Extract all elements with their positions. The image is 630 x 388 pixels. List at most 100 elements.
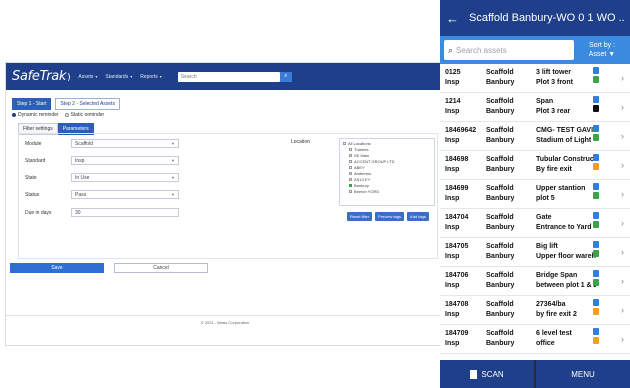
cancel-button[interactable]: Cancel xyxy=(114,263,208,273)
list-item[interactable]: 18469642 Insp Scaffold Banbury CMG- TEST GAV… xyxy=(440,122,630,151)
list-item[interactable]: 184699 Insp Scaffold Banbury Upper stantion p… xyxy=(440,180,630,209)
asset-id: 184699 Insp xyxy=(445,185,469,202)
asset-id: 1214 Insp xyxy=(445,98,461,115)
standard-label: Standard xyxy=(25,157,46,164)
checkbox-icon[interactable] xyxy=(343,142,346,146)
tree-node-label: SE Main xyxy=(354,153,370,158)
nav-assets[interactable]: Assets ▾ xyxy=(78,74,97,80)
location-tree[interactable]: All Locations Thames SE Main ACCENT GROUP L… xyxy=(339,138,435,206)
status-badges xyxy=(593,299,599,315)
due-days-input[interactable]: 30 xyxy=(71,208,179,217)
checkbox-icon[interactable] xyxy=(349,172,352,176)
status-badges xyxy=(593,212,599,228)
tag-icon xyxy=(593,183,599,190)
module-select[interactable]: Scaffold ▼ xyxy=(71,139,179,148)
asset-type: Scaffold Banbury xyxy=(486,69,515,86)
status-select[interactable]: Pass ▼ xyxy=(71,190,179,199)
status-icon xyxy=(593,279,599,286)
save-button[interactable]: Save xyxy=(10,263,104,273)
list-item[interactable]: 184698 Insp Scaffold Banbury Tubular Constru… xyxy=(440,151,630,180)
chevron-right-icon: › xyxy=(621,160,624,170)
checkbox-checked-icon[interactable] xyxy=(349,184,352,188)
standard-select[interactable]: Insp ▼ xyxy=(71,156,179,165)
reset-filter-button[interactable]: Reset filter xyxy=(347,212,373,221)
tree-node-label: Thames xyxy=(354,147,369,152)
checkbox-icon[interactable] xyxy=(349,166,352,170)
asset-id: 184704 Insp xyxy=(445,214,469,231)
chevron-right-icon: › xyxy=(621,305,624,315)
asset-name: 6 level test office xyxy=(536,330,572,347)
radio-static[interactable]: Static reminder xyxy=(64,112,104,118)
list-item[interactable]: 1214 Insp Scaffold Banbury Span Plot 3 rear › xyxy=(440,93,630,122)
nav-standards[interactable]: Standards ▾ xyxy=(105,74,132,80)
step-selected-assets[interactable]: Step 2 - Selected Assets xyxy=(55,98,120,110)
radio-checked-icon xyxy=(12,113,16,117)
tag-icon xyxy=(593,241,599,248)
sort-by-dropdown[interactable]: Sort by : Asset ▼ xyxy=(578,41,626,59)
checkbox-icon[interactable] xyxy=(349,148,352,152)
nav-search-input[interactable]: Search xyxy=(177,71,280,82)
module-label: Module xyxy=(25,140,42,147)
chevron-right-icon: › xyxy=(621,247,624,257)
status-badges xyxy=(593,125,599,141)
asset-list[interactable]: 0125 Insp Scaffold Banbury 3 lift tower Plot … xyxy=(440,64,630,360)
tree-node-label: ACCENT GROUP LTD xyxy=(354,159,395,164)
wizard-steps: Step 1 - Start Step 2 - Selected Assets xyxy=(12,98,120,110)
chevron-down-icon: ▼ xyxy=(171,158,175,163)
asset-type: Scaffold Banbury xyxy=(486,98,515,115)
status-icon xyxy=(593,192,599,199)
asset-type: Scaffold Banbury xyxy=(486,330,515,347)
status-icon xyxy=(593,163,599,170)
checkbox-icon[interactable] xyxy=(349,190,352,194)
list-item[interactable]: 184708 Insp Scaffold Banbury 27364/ba by fire… xyxy=(440,296,630,325)
tree-buttons: Reset filter Preview tags Add tags xyxy=(347,212,429,221)
status-badges xyxy=(593,96,599,112)
back-arrow-icon[interactable]: ← xyxy=(446,11,459,26)
asset-name: Bridge Span between plot 1 & 2 xyxy=(536,272,596,289)
tree-node-label: Amberton xyxy=(354,171,372,176)
checkbox-icon[interactable] xyxy=(349,160,352,164)
chevron-right-icon: › xyxy=(621,218,624,228)
list-item[interactable]: 184709 Insp Scaffold Banbury 6 level test off… xyxy=(440,325,630,354)
list-item[interactable]: 184705 Insp Scaffold Banbury Big lift Upper f… xyxy=(440,238,630,267)
tree-node[interactable]: Beeton YORD xyxy=(343,189,431,195)
radio-dynamic[interactable]: Dynamic reminder xyxy=(12,112,59,118)
state-select[interactable]: In Use ▼ xyxy=(71,173,179,182)
scan-button[interactable]: SCAN xyxy=(440,360,534,388)
chevron-down-icon: ▼ xyxy=(171,175,175,180)
state-label: State xyxy=(25,174,37,181)
status-icon xyxy=(593,337,599,344)
asset-id: 18469642 Insp xyxy=(445,127,477,144)
status-badges xyxy=(593,270,599,286)
asset-type: Scaffold Banbury xyxy=(486,127,515,144)
tag-icon xyxy=(593,212,599,219)
asset-id: 184706 Insp xyxy=(445,272,469,289)
chevron-right-icon: › xyxy=(621,73,624,83)
tree-node-label: ABEY xyxy=(354,165,365,170)
list-item[interactable]: 0125 Insp Scaffold Banbury 3 lift tower Plot … xyxy=(440,64,630,93)
form-row-module: Module Scaffold ▼ xyxy=(25,139,179,148)
list-item[interactable]: 184706 Insp Scaffold Banbury Bridge Span betw… xyxy=(440,267,630,296)
step-start[interactable]: Step 1 - Start xyxy=(12,98,52,110)
tag-icon xyxy=(593,154,599,161)
location-label: Location xyxy=(291,139,310,145)
asset-type: Scaffold Banbury xyxy=(486,272,515,289)
preview-tags-button[interactable]: Preview tags xyxy=(375,212,405,221)
list-item[interactable]: 184704 Insp Scaffold Banbury Gate Entrance to… xyxy=(440,209,630,238)
nav-reports[interactable]: Reports ▾ xyxy=(140,74,162,80)
brand-logo[interactable]: SafeTrak) xyxy=(12,69,71,84)
checkbox-icon[interactable] xyxy=(349,178,352,182)
form-row-due: Due in days 30 xyxy=(25,208,179,217)
tree-node-label: Beeton YORD xyxy=(354,189,380,194)
search-icon[interactable]: ⌕ xyxy=(279,71,292,82)
add-tags-button[interactable]: Add tags xyxy=(407,212,429,221)
reminder-type: Dynamic reminder Static reminder xyxy=(12,112,104,118)
asset-name: Upper stantion plot 5 xyxy=(536,185,586,202)
checkbox-icon[interactable] xyxy=(349,154,352,158)
menu-button[interactable]: MENU xyxy=(536,360,630,388)
tree-node-label: Banbury xyxy=(354,183,369,188)
tag-icon xyxy=(593,125,599,132)
asset-search-input[interactable]: ⌕ Search assets xyxy=(444,40,574,60)
asset-type: Scaffold Banbury xyxy=(486,301,515,318)
mobile-bottom-bar: SCAN MENU xyxy=(440,360,630,388)
